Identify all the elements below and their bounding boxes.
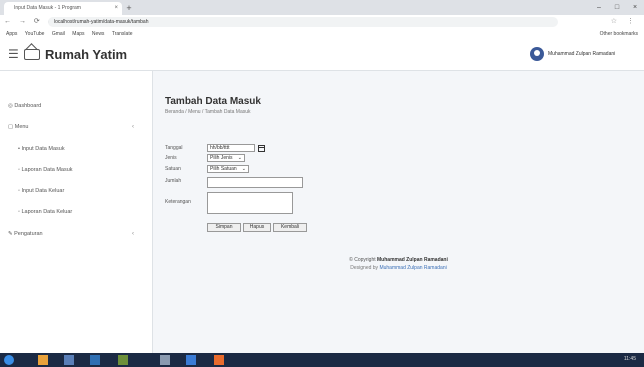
simpan-button[interactable]: Simpan [207,223,241,232]
user-name[interactable]: Muhammad Zulpan Ramadani [548,51,615,57]
brand-title[interactable]: Rumah Yatim [45,47,127,62]
satuan-label: Satuan [165,166,181,172]
breadcrumb[interactable]: Beranda / Menu / Tambah Data Masuk [165,109,251,115]
tanggal-input[interactable]: hh/bb/tttt [207,144,255,152]
chevron-left-icon: ‹ [132,124,134,130]
sidebar: ◎ Dashboard ▢ Menu ‹ • Input Data Masuk … [0,71,153,353]
jumlah-input[interactable] [207,177,303,188]
taskbar-clock[interactable]: 11:45 [624,356,636,362]
footer-designed-by: Designed by Muhammad Zulpan Ramadani [350,265,447,271]
chevron-down-icon: ⌄ [241,166,246,172]
jenis-label: Jenis [165,155,177,161]
chevron-left-icon: ‹ [132,231,134,237]
bookmark-item[interactable]: YouTube [25,31,45,37]
app-icon[interactable] [160,355,170,365]
new-tab-icon[interactable]: + [124,3,134,13]
jenis-select-value: Pilih Jenis [210,155,233,161]
browser-actions[interactable]: ☆ ⋮ [611,17,638,25]
copyright-name: Muhammad Zulpan Ramadani [377,257,448,263]
sidebar-item-laporan-data-keluar[interactable]: ◦ Laporan Data Keluar [18,209,72,215]
footer-copyright: © Copyright Muhammad Zulpan Ramadani [349,257,448,263]
user-avatar-icon[interactable] [530,47,544,61]
browser-tab-title: Input Data Masuk - 1 Program [14,5,81,11]
jumlah-label: Jumlah [165,178,182,184]
sidebar-item-input-data-masuk[interactable]: • Input Data Masuk [18,146,65,152]
bookmark-item[interactable]: Maps [72,31,84,37]
tanggal-label: Tanggal [165,145,183,151]
sidebar-item-laporan-data-masuk[interactable]: ◦ Laporan Data Masuk [18,167,73,173]
file-explorer-icon[interactable] [38,355,48,365]
other-bookmarks[interactable]: Other bookmarks [600,29,638,40]
hamburger-menu-icon[interactable]: ☰ [8,48,19,60]
address-bar-row: ← → ⟳ ⌂ localhost/rumah-yatim/data-masuk… [0,15,644,30]
start-button-icon[interactable] [4,355,14,365]
hapus-button[interactable]: Hapus [243,223,271,232]
app-header: ☰ Rumah Yatim Muhammad Zulpan Ramadani [0,40,644,71]
main-content: Tambah Data Masuk Beranda / Menu / Tamba… [153,71,644,353]
page-title: Tambah Data Masuk [165,96,261,107]
browser-tab[interactable]: Input Data Masuk - 1 Program × [4,2,122,15]
satuan-select[interactable]: Pilih Satuan ⌄ [207,165,249,173]
sidebar-item-dashboard[interactable]: ◎ Dashboard [8,103,41,109]
chrome-icon[interactable] [214,355,224,365]
close-window-icon[interactable]: × [626,0,644,15]
bookmark-item[interactable]: News [92,31,105,37]
bookmark-item[interactable]: Apps [6,31,17,37]
calendar-icon[interactable] [258,145,265,152]
app-icon[interactable] [118,355,128,365]
keterangan-textarea[interactable] [207,192,293,214]
sidebar-item-pengaturan[interactable]: ✎ Pengaturan ‹ [8,231,144,237]
os-taskbar: 11:45 [0,353,644,367]
bookmark-item[interactable]: Gmail [52,31,65,37]
sidebar-item-menu[interactable]: ▢ Menu ‹ [8,124,144,130]
app-icon[interactable] [64,355,74,365]
close-tab-icon[interactable]: × [114,2,118,15]
chevron-down-icon: ⌄ [237,155,242,161]
bookmark-item[interactable]: Translate [112,31,133,37]
word-icon[interactable] [90,355,100,365]
sidebar-item-input-data-keluar[interactable]: ◦ Input Data Keluar [18,188,64,194]
address-bar[interactable]: localhost/rumah-yatim/data-masuk/tambah [48,17,558,27]
folder-icon: ▢ [8,124,15,130]
keterangan-label: Keterangan [165,199,191,205]
window-controls: – □ × [590,0,644,15]
maximize-icon[interactable]: □ [608,0,626,15]
jenis-select[interactable]: Pilih Jenis ⌄ [207,154,245,162]
kembali-button[interactable]: Kembali [273,223,307,232]
minimize-icon[interactable]: – [590,0,608,15]
designer-link[interactable]: Muhammad Zulpan Ramadani [379,265,446,271]
browser-tab-bar: Input Data Masuk - 1 Program × + – □ × [0,0,644,15]
app-icon[interactable] [186,355,196,365]
house-logo-icon [24,49,40,60]
satuan-select-value: Pilih Satuan [210,166,237,172]
